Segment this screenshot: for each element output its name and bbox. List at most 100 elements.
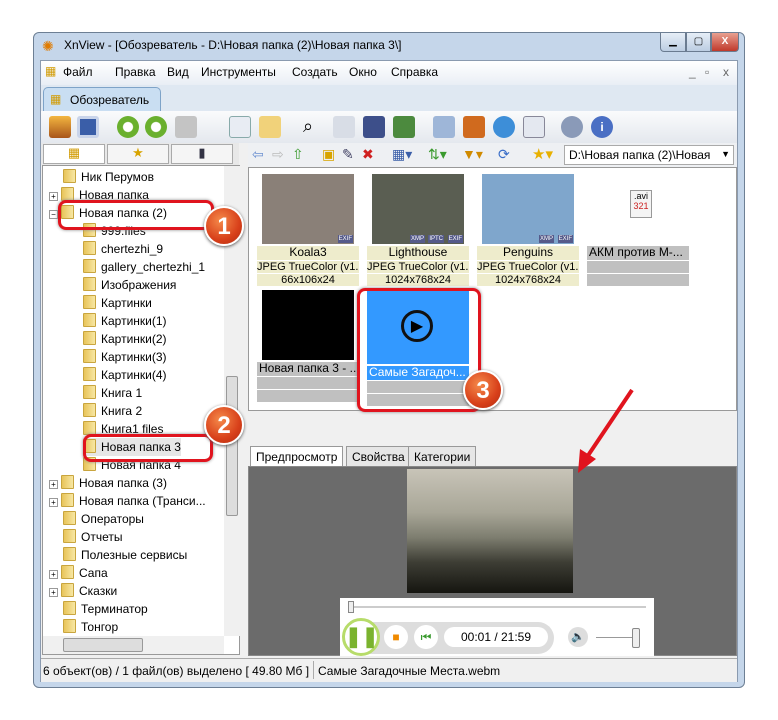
slideshow-icon[interactable]	[463, 116, 485, 138]
folder-icon	[83, 313, 96, 327]
mdi-minimize-button[interactable]: _	[689, 65, 696, 79]
gear-icon[interactable]	[561, 116, 583, 138]
tab-preview[interactable]: Предпросмотр	[250, 446, 344, 466]
tree-horizontal-scrollbar[interactable]	[43, 636, 224, 654]
tree-item[interactable]: Отчеты	[63, 528, 122, 546]
thumbnail-name: АКМ против М-...	[587, 246, 689, 260]
expand-icon[interactable]: +	[49, 480, 58, 489]
web-icon[interactable]	[493, 116, 515, 138]
close-button[interactable]: X	[711, 33, 739, 52]
expand-icon[interactable]: +	[49, 192, 58, 201]
tree-item[interactable]: Книга 2	[83, 402, 142, 420]
info-icon[interactable]	[229, 116, 251, 138]
rotate-right-icon[interactable]	[145, 116, 167, 138]
volume-handle[interactable]	[632, 628, 640, 648]
fullscreen-icon[interactable]	[77, 116, 99, 138]
status-filename: Самые Загадочные Места.webm	[318, 664, 501, 678]
minimize-button[interactable]: ▁	[660, 33, 686, 52]
tree-item[interactable]: gallery_chertezhi_1	[83, 258, 205, 276]
expand-icon[interactable]: +	[49, 588, 58, 597]
expand-icon[interactable]: +	[49, 570, 58, 579]
forward-icon[interactable]: ⇨	[272, 146, 284, 163]
tree-item-label: Новая папка (3)	[79, 476, 167, 490]
menu-help[interactable]: Справка	[391, 65, 438, 79]
mdi-close-button[interactable]: x	[723, 65, 729, 79]
path-value: D:\Новая папка (2)\Новая	[569, 148, 711, 162]
about-icon[interactable]: i	[591, 116, 613, 138]
tree-item[interactable]: + Сказки	[49, 582, 117, 600]
thumbnail-item[interactable]: EXIF Koala3 JPEG TrueColor (v1.1) 66x106x24	[257, 174, 359, 287]
thumbnail-item[interactable]: Новая папка 3 - ...	[257, 290, 359, 403]
view-image-icon[interactable]	[49, 116, 71, 138]
contact-sheet-icon[interactable]	[523, 116, 545, 138]
rename-icon[interactable]: ✎	[342, 146, 354, 163]
chevron-down-icon[interactable]: ▼	[721, 149, 730, 159]
capture-icon[interactable]	[433, 116, 455, 138]
tree-item[interactable]: Картинки(3)	[83, 348, 167, 366]
seek-handle[interactable]	[348, 601, 355, 613]
rotate-left-icon[interactable]	[117, 116, 139, 138]
tree-item[interactable]: Изображения	[83, 276, 176, 294]
tree-item-label: Книга 2	[101, 404, 143, 418]
scrollbar-thumb[interactable]	[226, 376, 238, 516]
favorites-star-icon[interactable]: ★▾	[532, 145, 553, 163]
menu-view[interactable]: Вид	[167, 65, 189, 79]
mdi-restore-button[interactable]: ▫	[705, 65, 709, 79]
collapse-icon[interactable]: −	[49, 210, 58, 219]
thumbnail-item[interactable]: .avi 321 АКМ против М-...	[587, 174, 689, 287]
splitter[interactable]	[248, 411, 737, 446]
tree-item[interactable]: + Новая папка (Транси...	[49, 492, 206, 510]
back-icon[interactable]: ⇦	[252, 146, 264, 163]
refresh-icon[interactable]: ⟳	[498, 146, 510, 163]
tree-item[interactable]: Книга 1	[83, 384, 142, 402]
pause-button[interactable]: ❚❚	[342, 618, 380, 656]
menu-window[interactable]: Окно	[349, 65, 377, 79]
transform-icon[interactable]	[175, 116, 197, 138]
view-mode-icon[interactable]: ▦▾	[392, 146, 412, 163]
thumbnail-item[interactable]: XMP IPTC EXIF Lighthouse JPEG TrueColor (v1.…	[367, 174, 469, 287]
convert-icon[interactable]	[393, 116, 415, 138]
seek-bar[interactable]	[348, 606, 646, 608]
stop-button[interactable]: ■	[384, 625, 408, 649]
tree-item[interactable]: chertezhi_9	[83, 240, 163, 258]
menu-file[interactable]: Файл	[63, 65, 93, 79]
tree-item[interactable]: + Новая папка (3)	[49, 474, 167, 492]
open-with-icon[interactable]	[259, 116, 281, 138]
thumbnail-item[interactable]: XMP EXIF Penguins JPEG TrueColor (v1.1) 1024…	[477, 174, 579, 287]
expand-icon[interactable]: +	[49, 498, 58, 507]
tree-item[interactable]: Картинки(2)	[83, 330, 167, 348]
new-folder-icon[interactable]: ▣	[322, 146, 335, 163]
tab-properties[interactable]: Свойства	[346, 446, 411, 466]
menu-create[interactable]: Создать	[292, 65, 338, 79]
maximize-button[interactable]: ▢	[686, 33, 711, 52]
tree-item[interactable]: Картинки(1)	[83, 312, 167, 330]
tab-favorites[interactable]: ★	[107, 144, 169, 164]
binoculars-icon[interactable]: ⌕	[303, 116, 325, 138]
tree-item[interactable]: Ник Перумов	[63, 168, 154, 186]
scrollbar-thumb[interactable]	[63, 638, 143, 652]
menu-tools[interactable]: Инструменты	[201, 65, 276, 79]
delete-icon[interactable]: ✖	[362, 146, 374, 163]
print-icon[interactable]	[333, 116, 355, 138]
tab-categories-preview[interactable]: Категории	[408, 446, 477, 466]
tree-item[interactable]: Терминатор	[63, 600, 148, 618]
volume-icon[interactable]: 🔈	[568, 627, 588, 647]
tab-browser[interactable]: ▦ Обозреватель	[43, 87, 161, 111]
filter-icon[interactable]: ▼▾	[462, 146, 483, 163]
tab-folders[interactable]: ▦	[43, 144, 105, 164]
tree-item[interactable]: Картинки	[83, 294, 152, 312]
tree-item[interactable]: Операторы	[63, 510, 144, 528]
tree-item[interactable]: Тонгор	[63, 618, 118, 636]
folder-icon	[61, 187, 74, 201]
tree-item-label: Тонгор	[81, 620, 119, 634]
menu-edit[interactable]: Правка	[115, 65, 156, 79]
tab-categories[interactable]: ▮	[171, 144, 233, 164]
scan-icon[interactable]	[363, 116, 385, 138]
sort-icon[interactable]: ⇅▾	[428, 146, 447, 163]
up-folder-icon[interactable]: ⇧	[292, 146, 304, 163]
rewind-button[interactable]: ⏮	[414, 625, 438, 649]
tree-item[interactable]: + Сапа	[49, 564, 108, 582]
tree-item[interactable]: Картинки(4)	[83, 366, 167, 384]
path-combobox[interactable]: D:\Новая папка (2)\Новая ▼	[564, 145, 734, 165]
tree-item[interactable]: Полезные сервисы	[63, 546, 187, 564]
